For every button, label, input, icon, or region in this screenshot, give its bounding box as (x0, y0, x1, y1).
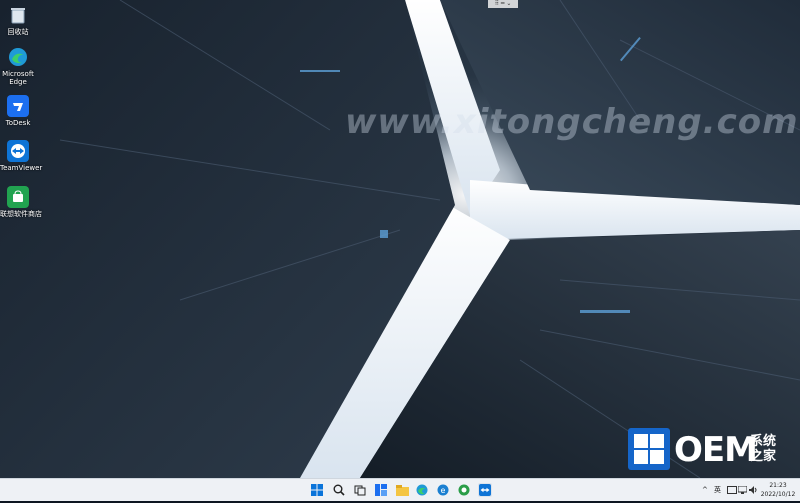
watermark-text: www.xitongcheng.com (345, 102, 799, 142)
edge-icon: e (437, 484, 449, 496)
todesk-icon (7, 95, 29, 117)
taskbar-teamviewer-button[interactable] (478, 483, 492, 497)
desktop-icon-recycle-bin[interactable]: 回收站 (0, 4, 36, 36)
teamviewer-icon (7, 140, 29, 162)
desktop-icon-label: ToDesk (5, 119, 31, 127)
search-button[interactable] (332, 483, 346, 497)
oem-logo: OEM 系统之家 (628, 428, 800, 478)
oem-brand-text: OEM (674, 430, 758, 470)
clock-time: 21:23 (769, 482, 787, 489)
start-button[interactable] (310, 483, 324, 497)
edge-icon (416, 484, 428, 496)
oem-cn-text: 系统之家 (750, 434, 777, 464)
task-view-button[interactable] (353, 483, 367, 497)
desktop-icon-edge[interactable]: Microsoft Edge (0, 46, 36, 86)
volume-icon[interactable] (749, 479, 758, 501)
file-explorer-icon (395, 484, 409, 496)
taskbar-clock[interactable]: 21:23 2022/10/12 (760, 481, 796, 499)
lenovo-store-icon (7, 186, 29, 208)
desktop-icon-label: 回收站 (7, 28, 29, 36)
teamviewer-icon (479, 484, 491, 496)
start-icon (311, 484, 323, 496)
widgets-icon (375, 484, 387, 496)
search-icon (333, 484, 345, 496)
network-icon[interactable] (737, 479, 748, 501)
window-snap-handle[interactable]: ⠿ ━ ⌄ (488, 0, 518, 8)
desktop-icon-todesk[interactable]: ToDesk (0, 95, 36, 127)
ime-indicator[interactable]: 英 (714, 479, 721, 501)
desktop-icon-label: 联想软件商店 (0, 210, 42, 218)
app-icon (458, 484, 470, 496)
taskbar-edge-button[interactable] (415, 483, 429, 497)
desktop-icon-lenovo-store[interactable]: 联想软件商店 (0, 186, 42, 218)
taskbar: e ^ 英 21:23 2022/10/12 (0, 478, 800, 501)
wallpaper-art (0, 0, 800, 478)
clock-date: 2022/10/12 (760, 491, 796, 498)
tray-overflow-chevron[interactable]: ^ (702, 479, 708, 501)
edge-icon (7, 46, 29, 68)
svg-text:e: e (441, 486, 446, 495)
desktop-wallpaper: www.xitongcheng.com ⠿ ━ ⌄ 回收站 Microsoft E… (0, 0, 800, 478)
tray-ime-options-icon[interactable] (727, 479, 737, 501)
widgets-button[interactable] (374, 483, 388, 497)
taskbar-browser-button[interactable]: e (436, 483, 450, 497)
desktop-icon-teamviewer[interactable]: TeamViewer (0, 140, 43, 172)
desktop-icon-label: Microsoft Edge (2, 70, 34, 86)
recycle-bin-icon (7, 4, 29, 26)
file-explorer-button[interactable] (395, 483, 409, 497)
task-view-icon (354, 485, 366, 496)
windows-logo-icon (628, 428, 670, 470)
desktop-icon-label: TeamViewer (0, 164, 43, 172)
taskbar-app-button[interactable] (457, 483, 471, 497)
